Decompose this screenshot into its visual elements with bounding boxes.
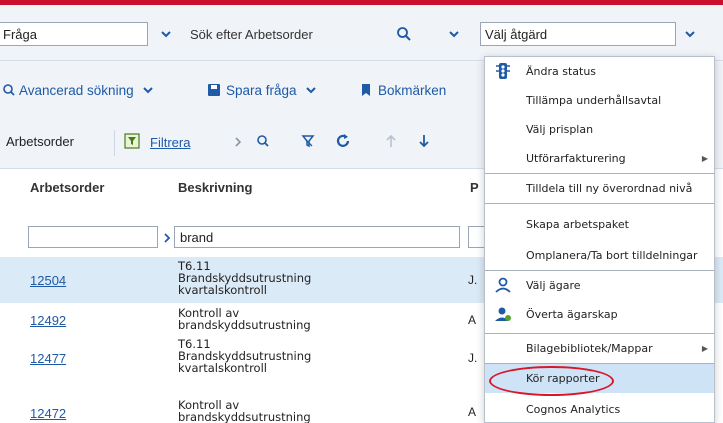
menu-item-take-ownership[interactable]: Överta ägarskap <box>485 300 714 329</box>
row-p-value: J. <box>468 273 478 287</box>
highlight-annotation <box>489 366 614 396</box>
save-query-link[interactable]: Spara fråga <box>207 80 317 100</box>
submenu-arrow-icon: ▶ <box>701 154 708 163</box>
chevron-right-icon[interactable] <box>233 136 243 148</box>
filter-table-icon[interactable] <box>124 133 140 149</box>
arrow-down-icon[interactable] <box>418 133 430 149</box>
menu-item-reschedule[interactable]: Omplanera/Ta bort tilldelningar <box>485 241 714 270</box>
magnifier-icon <box>3 84 15 96</box>
filter-input-arbetsorder[interactable] <box>28 226 158 248</box>
search-input[interactable]: Sök efter Arbetsorder <box>186 22 376 46</box>
advanced-search-link[interactable]: Avancerad sökning <box>2 80 154 100</box>
take-ownership-icon <box>494 305 512 323</box>
chevron-right-icon[interactable] <box>162 232 172 244</box>
submenu-arrow-icon: ▶ <box>701 344 708 353</box>
person-icon <box>494 276 512 294</box>
row-p-value: J. <box>468 351 478 365</box>
row-description: T6.11 Brandskyddsutrustning kvartalskont… <box>178 259 312 297</box>
menu-item-cognos-analytics[interactable]: Cognos Analytics <box>485 395 714 422</box>
row-description: Kontroll av brandskyddsutrustning <box>178 398 311 423</box>
row-description: T6.11 Brandskyddsutrustning kvartalskont… <box>178 337 312 375</box>
query-select[interactable]: Fråga <box>0 22 148 46</box>
chevron-down-icon <box>305 87 316 94</box>
divider <box>114 130 115 156</box>
menu-item-change-status[interactable]: Ändra status <box>485 57 714 86</box>
menu-item-contractor-invoicing[interactable]: Utförarfakturering ▶ <box>485 144 714 173</box>
search-icon[interactable] <box>396 26 412 42</box>
list-title: Arbetsorder <box>6 134 74 149</box>
search-chevron-down-icon[interactable] <box>448 28 460 40</box>
menu-item-apply-contract[interactable]: Tillämpa underhållsavtal <box>485 86 714 115</box>
row-description: Kontroll av brandskyddsutrustning <box>178 306 311 332</box>
refresh-icon[interactable] <box>334 132 352 150</box>
filter-link[interactable]: Filtrera <box>150 135 190 150</box>
clear-filter-icon[interactable] <box>301 134 315 148</box>
workorder-link[interactable]: 12472 <box>30 406 66 421</box>
column-header-p[interactable]: P <box>470 180 479 195</box>
column-header-beskrivning[interactable]: Beskrivning <box>178 180 252 195</box>
menu-item-attachments[interactable]: Bilagebibliotek/Mappar ▶ <box>485 334 714 363</box>
menu-item-select-price-plan[interactable]: Välj prisplan <box>485 115 714 144</box>
action-chevron-down-icon[interactable] <box>684 28 696 40</box>
workorder-link[interactable]: 12492 <box>30 313 66 328</box>
query-select-value: Fråga <box>3 26 37 42</box>
row-p-value: A <box>468 313 477 327</box>
search-icon[interactable] <box>256 134 270 148</box>
search-placeholder: Sök efter Arbetsorder <box>190 26 313 42</box>
row-p-value: A <box>468 405 477 419</box>
workorder-link[interactable]: 12504 <box>30 273 66 288</box>
traffic-light-icon <box>494 62 512 80</box>
action-select[interactable]: Välj åtgärd <box>480 22 676 46</box>
save-icon <box>208 84 220 96</box>
column-header-arbetsorder[interactable]: Arbetsorder <box>30 180 104 195</box>
bookmarks-link[interactable]: Bokmärken <box>360 80 446 100</box>
bookmark-icon <box>362 84 370 96</box>
workorder-link[interactable]: 12477 <box>30 351 66 366</box>
menu-item-select-owner[interactable]: Välj ägare <box>485 271 714 300</box>
menu-item-assign-parent[interactable]: Tilldela till ny överordnad nivå <box>485 174 714 203</box>
menu-divider <box>485 203 714 204</box>
menu-item-create-work-package[interactable]: Skapa arbetspaket <box>485 210 714 239</box>
action-select-value: Välj åtgärd <box>485 26 548 42</box>
filter-input-beskrivning[interactable]: brand <box>174 226 460 248</box>
arrow-up-icon[interactable] <box>385 133 397 149</box>
chevron-down-icon <box>142 87 153 94</box>
query-chevron-down-icon[interactable] <box>160 28 172 40</box>
